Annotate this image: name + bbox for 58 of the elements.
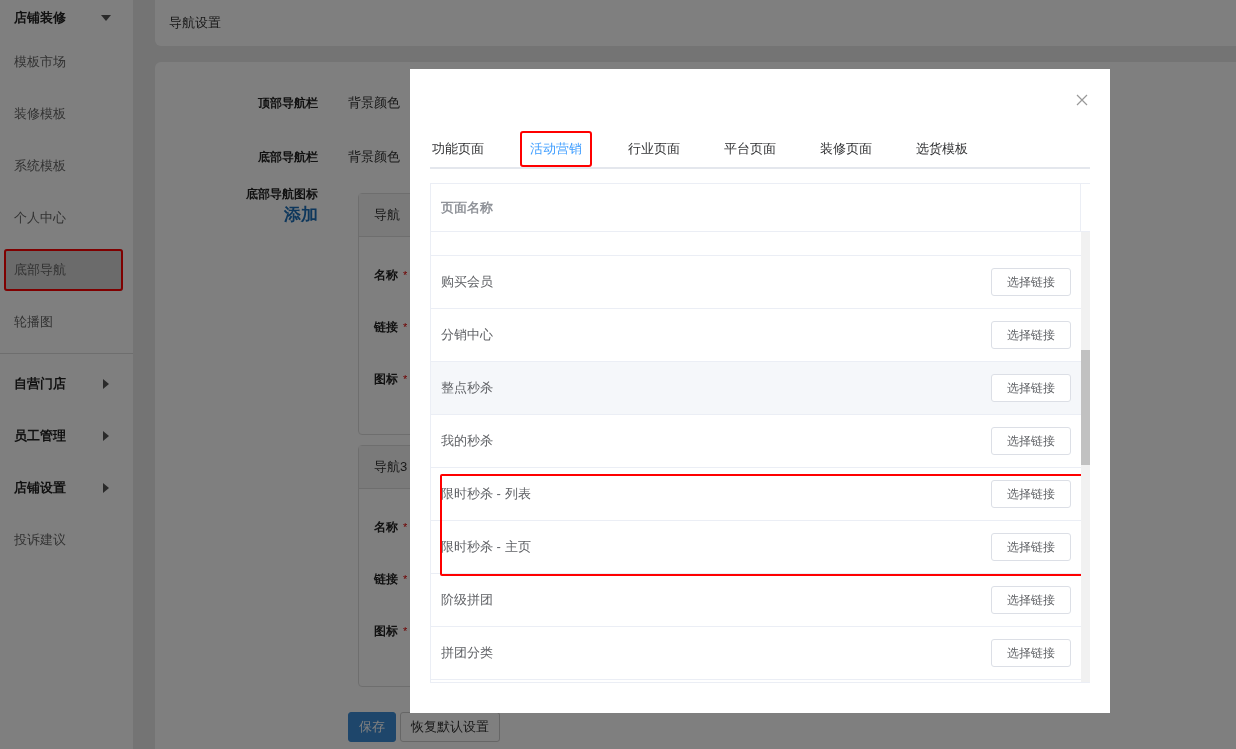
table-row[interactable]: 我的秒杀 选择链接: [431, 415, 1081, 468]
sidebar-item[interactable]: 员工管理: [0, 410, 133, 462]
sidebar-item[interactable]: 店铺装修: [0, 0, 133, 36]
caret-icon: [101, 379, 111, 389]
scrollbar[interactable]: [1081, 232, 1090, 682]
column-header: 页面名称: [440, 198, 494, 217]
table-cell: 整点秒杀: [441, 379, 493, 397]
setting-label: 底部导航栏: [257, 148, 318, 166]
required-mark: *: [403, 521, 408, 533]
sidebar-item[interactable]: 自营门店: [0, 358, 133, 410]
setting-label: 底部导航图标: [245, 186, 318, 203]
page-title: 导航设置: [169, 14, 221, 32]
tab[interactable]: 选货模板: [914, 131, 970, 167]
required-mark: *: [403, 269, 408, 281]
required-mark: *: [403, 373, 408, 385]
caret-icon: [101, 13, 111, 23]
required-mark: *: [403, 573, 408, 585]
table-row[interactable]: 拼团分类 选择链接: [431, 627, 1081, 680]
setting-text: 背景颜色: [348, 94, 400, 112]
table-cell: 限时秒杀 - 列表: [441, 485, 531, 503]
tab[interactable]: 装修页面: [818, 131, 874, 167]
caret-icon: [101, 483, 111, 493]
scrollbar-thumb[interactable]: [1081, 350, 1090, 465]
table-row[interactable]: 阶级拼团 选择链接: [431, 574, 1081, 627]
table-cell: 分销中心: [441, 326, 493, 344]
table-cell: 阶级拼团: [441, 591, 493, 609]
field-label: 链接: [374, 570, 398, 588]
setting-text: 背景颜色: [348, 148, 400, 166]
tab[interactable]: 平台页面: [722, 131, 778, 167]
table-cell: 我的秒杀: [441, 432, 493, 450]
field-label: 链接: [374, 318, 398, 336]
tab[interactable]: 行业页面: [626, 131, 682, 167]
sidebar-item[interactable]: 店铺设置: [0, 462, 133, 514]
caret-icon: [101, 431, 111, 441]
setting-label: 顶部导航栏: [256, 94, 318, 112]
required-mark: *: [403, 625, 408, 637]
select-link-button[interactable]: 选择链接: [991, 480, 1071, 508]
table-row[interactable]: 购买会员 选择链接: [431, 256, 1081, 309]
select-link-button[interactable]: 选择链接: [991, 321, 1071, 349]
select-link-button[interactable]: 选择链接: [991, 586, 1071, 614]
table-cell: 购买会员: [441, 273, 493, 291]
reset-button[interactable]: 恢复默认设置: [400, 712, 500, 742]
select-link-button[interactable]: 选择链接: [991, 427, 1071, 455]
close-icon[interactable]: [1076, 94, 1088, 106]
table-row[interactable]: 整点秒杀 选择链接: [431, 362, 1081, 415]
table-row[interactable]: 限时秒杀 - 列表 选择链接: [431, 468, 1081, 521]
field-label: 名称: [374, 518, 398, 536]
table-cell: 拼团分类: [441, 644, 493, 662]
select-link-button[interactable]: 选择链接: [991, 268, 1071, 296]
field-label: 图标: [374, 370, 398, 388]
tab[interactable]: 功能页面: [430, 131, 486, 167]
field-label: 名称: [374, 266, 398, 284]
select-link-button[interactable]: 选择链接: [991, 533, 1071, 561]
select-link-button[interactable]: 选择链接: [991, 639, 1071, 667]
table-cell: 限时秒杀 - 主页: [441, 538, 531, 556]
required-mark: *: [403, 321, 408, 333]
select-link-button[interactable]: 选择链接: [991, 374, 1071, 402]
field-label: 图标: [374, 622, 398, 640]
